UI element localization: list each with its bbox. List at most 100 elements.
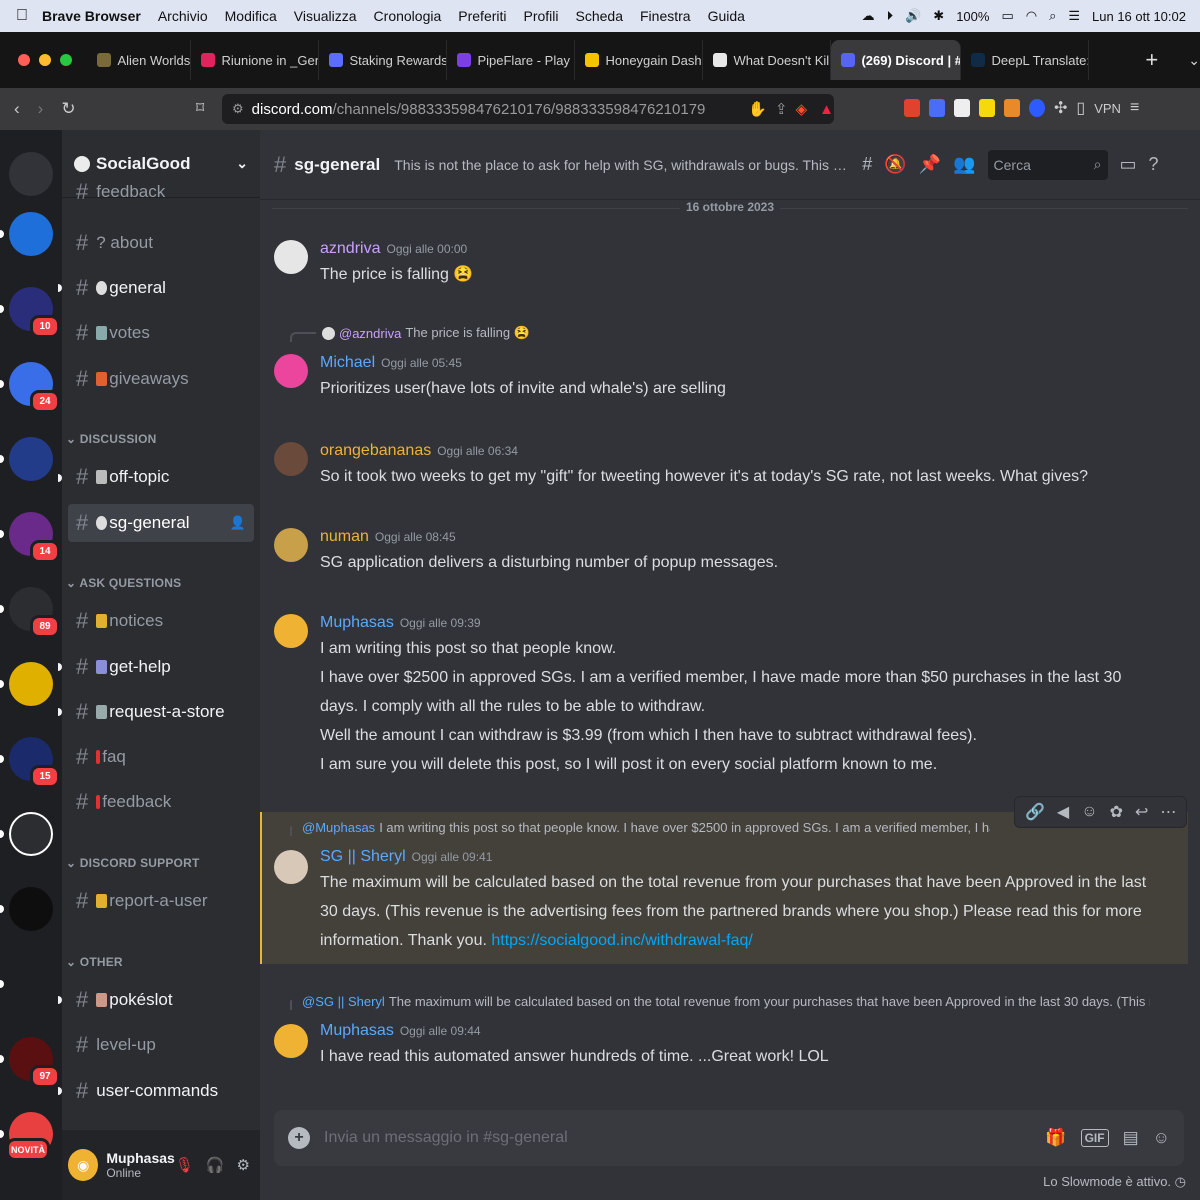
reply-reference[interactable]: @SG || Sheryl The maximum will be calcula… bbox=[290, 992, 1150, 1010]
channel-topic[interactable]: This is not the place to ask for help wi… bbox=[394, 157, 848, 173]
server-icon-0[interactable] bbox=[9, 212, 53, 256]
bluetooth-icon[interactable]: ✱ bbox=[933, 8, 944, 24]
channel-faq[interactable]: # faq bbox=[68, 738, 254, 776]
reply-icon[interactable]: ↩ bbox=[1135, 802, 1148, 822]
share-icon[interactable]: ⇪ bbox=[775, 100, 788, 118]
channel-get-help[interactable]: # get-help bbox=[68, 648, 254, 686]
battery-icon[interactable]: ▭ bbox=[1001, 8, 1013, 24]
forward-icon[interactable]: › bbox=[38, 99, 44, 119]
channel-feedback[interactable]: # feedback bbox=[68, 783, 254, 821]
gift-icon[interactable]: 🎁 bbox=[1045, 1128, 1066, 1148]
more-icon[interactable]: ⋯ bbox=[1160, 802, 1176, 822]
emoji-icon[interactable]: ☺ bbox=[1153, 1128, 1170, 1148]
menu-modifica[interactable]: Modifica bbox=[225, 8, 277, 24]
attach-plus-icon[interactable]: + bbox=[288, 1127, 310, 1149]
server-icon-9[interactable] bbox=[9, 887, 53, 931]
channel-feedback-partial[interactable]: # feedback bbox=[68, 182, 254, 202]
reply-reference[interactable]: @azndriva The price is falling 😫 bbox=[290, 324, 530, 342]
message-author[interactable]: orangebananas bbox=[320, 442, 431, 459]
wifi-icon[interactable]: ◠ bbox=[1026, 8, 1037, 24]
bookmark-icon[interactable]: ⌑ bbox=[196, 98, 204, 118]
menu-preferiti[interactable]: Preferiti bbox=[458, 8, 506, 24]
avatar[interactable]: ◉ bbox=[68, 1149, 99, 1181]
channel-level-up[interactable]: # level-up bbox=[68, 1026, 254, 1064]
volume-icon[interactable]: 🔊 bbox=[905, 8, 921, 24]
menu-icon[interactable]: ≡ bbox=[1130, 99, 1139, 117]
help-icon[interactable]: ? bbox=[1149, 154, 1159, 175]
menu-finestra[interactable]: Finestra bbox=[640, 8, 691, 24]
message-author[interactable]: azndriva bbox=[320, 240, 380, 257]
back-icon[interactable]: ‹ bbox=[14, 99, 20, 119]
channel-general[interactable]: # general bbox=[68, 269, 254, 307]
member-list-icon[interactable]: 👥 bbox=[953, 154, 975, 175]
server-icon-3[interactable] bbox=[9, 437, 53, 481]
cloud-icon[interactable]: ☁ bbox=[862, 8, 875, 24]
message-author[interactable]: SG || Sheryl bbox=[320, 848, 406, 865]
headphones-icon[interactable]: 🎧 bbox=[206, 1156, 225, 1174]
metamask-icon[interactable] bbox=[1004, 99, 1020, 117]
close-window-button[interactable] bbox=[18, 54, 30, 66]
new-tab-icon[interactable]: + bbox=[1145, 47, 1158, 73]
channel-about[interactable]: #? about bbox=[68, 224, 254, 262]
gif-button[interactable]: GIF bbox=[1080, 1129, 1109, 1147]
apple-icon[interactable]:  bbox=[16, 7, 28, 25]
pinned-messages-icon[interactable]: 📌 bbox=[919, 154, 941, 175]
channel-pokeslot[interactable]: # pokéslot bbox=[68, 981, 254, 1019]
menu-archivio[interactable]: Archivio bbox=[158, 8, 208, 24]
avatar[interactable] bbox=[274, 240, 308, 274]
message-author[interactable]: numan bbox=[320, 528, 369, 545]
channel-giveaways[interactable]: # giveaways bbox=[68, 360, 254, 398]
threads-icon[interactable]: # bbox=[862, 154, 872, 175]
extension-icon-1[interactable] bbox=[904, 99, 920, 117]
message-author[interactable]: Muphasas bbox=[320, 1022, 394, 1039]
address-bar[interactable]: ⚙ discord.com/channels/98833359847621017… bbox=[222, 94, 834, 124]
speaker-icon[interactable]: ◀ bbox=[1057, 802, 1069, 822]
tab-6[interactable]: (269) Discord | #× bbox=[831, 40, 962, 80]
avatar[interactable] bbox=[274, 1024, 308, 1058]
tab-3[interactable]: PipeFlare - Play Cryp bbox=[447, 40, 576, 80]
play-icon[interactable]: ⏵ bbox=[887, 8, 894, 24]
reload-icon[interactable]: ↻ bbox=[61, 99, 75, 119]
minimize-window-button[interactable] bbox=[39, 54, 51, 66]
avatar[interactable] bbox=[274, 528, 308, 562]
sidebar-icon[interactable]: ▯ bbox=[1076, 98, 1085, 118]
category-other[interactable]: ⌄ OTHER bbox=[66, 955, 123, 969]
tab-7[interactable]: DeepL Translate: Il m bbox=[961, 40, 1090, 80]
server-icon-8[interactable] bbox=[9, 812, 53, 856]
extension-icon-2[interactable] bbox=[929, 99, 945, 117]
reply-reference[interactable]: @Muphasas I am writing this post so that … bbox=[290, 818, 990, 836]
mute-microphone-icon[interactable]: 🎙 bbox=[175, 1156, 194, 1174]
permissions-icon[interactable]: ✋ bbox=[748, 100, 767, 118]
extension-icon-4[interactable] bbox=[979, 99, 995, 117]
sticker-icon[interactable]: ▤ bbox=[1123, 1128, 1139, 1148]
channel-request-a-store[interactable]: # request-a-store bbox=[68, 693, 254, 731]
channel-report-a-user[interactable]: # report-a-user bbox=[68, 882, 254, 920]
menu-guida[interactable]: Guida bbox=[708, 8, 745, 24]
discord-home-icon[interactable] bbox=[9, 152, 53, 196]
tab-4[interactable]: Honeygain Dashboar bbox=[575, 40, 704, 80]
tab-list-chevron-icon[interactable]: ⌄ bbox=[1188, 52, 1200, 69]
menu-cronologia[interactable]: Cronologia bbox=[374, 8, 442, 24]
settings-gear-icon[interactable]: ⚙ bbox=[237, 1156, 250, 1174]
brave-rewards-icon[interactable]: ▲ bbox=[819, 101, 834, 118]
notification-bell-icon[interactable]: 🔕 bbox=[884, 154, 906, 175]
search-icon[interactable]: ⌕ bbox=[1049, 8, 1056, 24]
message-author[interactable]: Muphasas bbox=[320, 614, 394, 631]
channel-notices[interactable]: # notices bbox=[68, 602, 254, 640]
tab-5[interactable]: What Doesn't Kill Yo bbox=[703, 40, 832, 80]
link-icon[interactable]: 🔗 bbox=[1025, 802, 1045, 822]
channel-user-commands[interactable]: # user-commands bbox=[68, 1072, 254, 1110]
inbox-icon[interactable]: ▭ bbox=[1120, 154, 1137, 175]
brave-shields-icon[interactable]: ◈ bbox=[796, 100, 808, 118]
extension-icon-6[interactable] bbox=[1029, 99, 1045, 117]
channel-off-topic[interactable]: # off-topic bbox=[68, 458, 254, 496]
category-ask-questions[interactable]: ⌄ ASK QUESTIONS bbox=[66, 576, 181, 590]
category-discussion[interactable]: ⌄ DISCUSSION bbox=[66, 432, 156, 446]
message-composer[interactable]: + Invia un messaggio in #sg-general 🎁 GI… bbox=[274, 1110, 1184, 1166]
add-reaction-icon[interactable]: ✿ bbox=[1110, 802, 1123, 822]
app-name-menu[interactable]: Brave Browser bbox=[42, 8, 141, 24]
avatar[interactable] bbox=[274, 850, 308, 884]
extensions-puzzle-icon[interactable]: ✣ bbox=[1054, 98, 1067, 118]
menu-visualizza[interactable]: Visualizza bbox=[294, 8, 357, 24]
message-author[interactable]: Michael bbox=[320, 354, 375, 371]
